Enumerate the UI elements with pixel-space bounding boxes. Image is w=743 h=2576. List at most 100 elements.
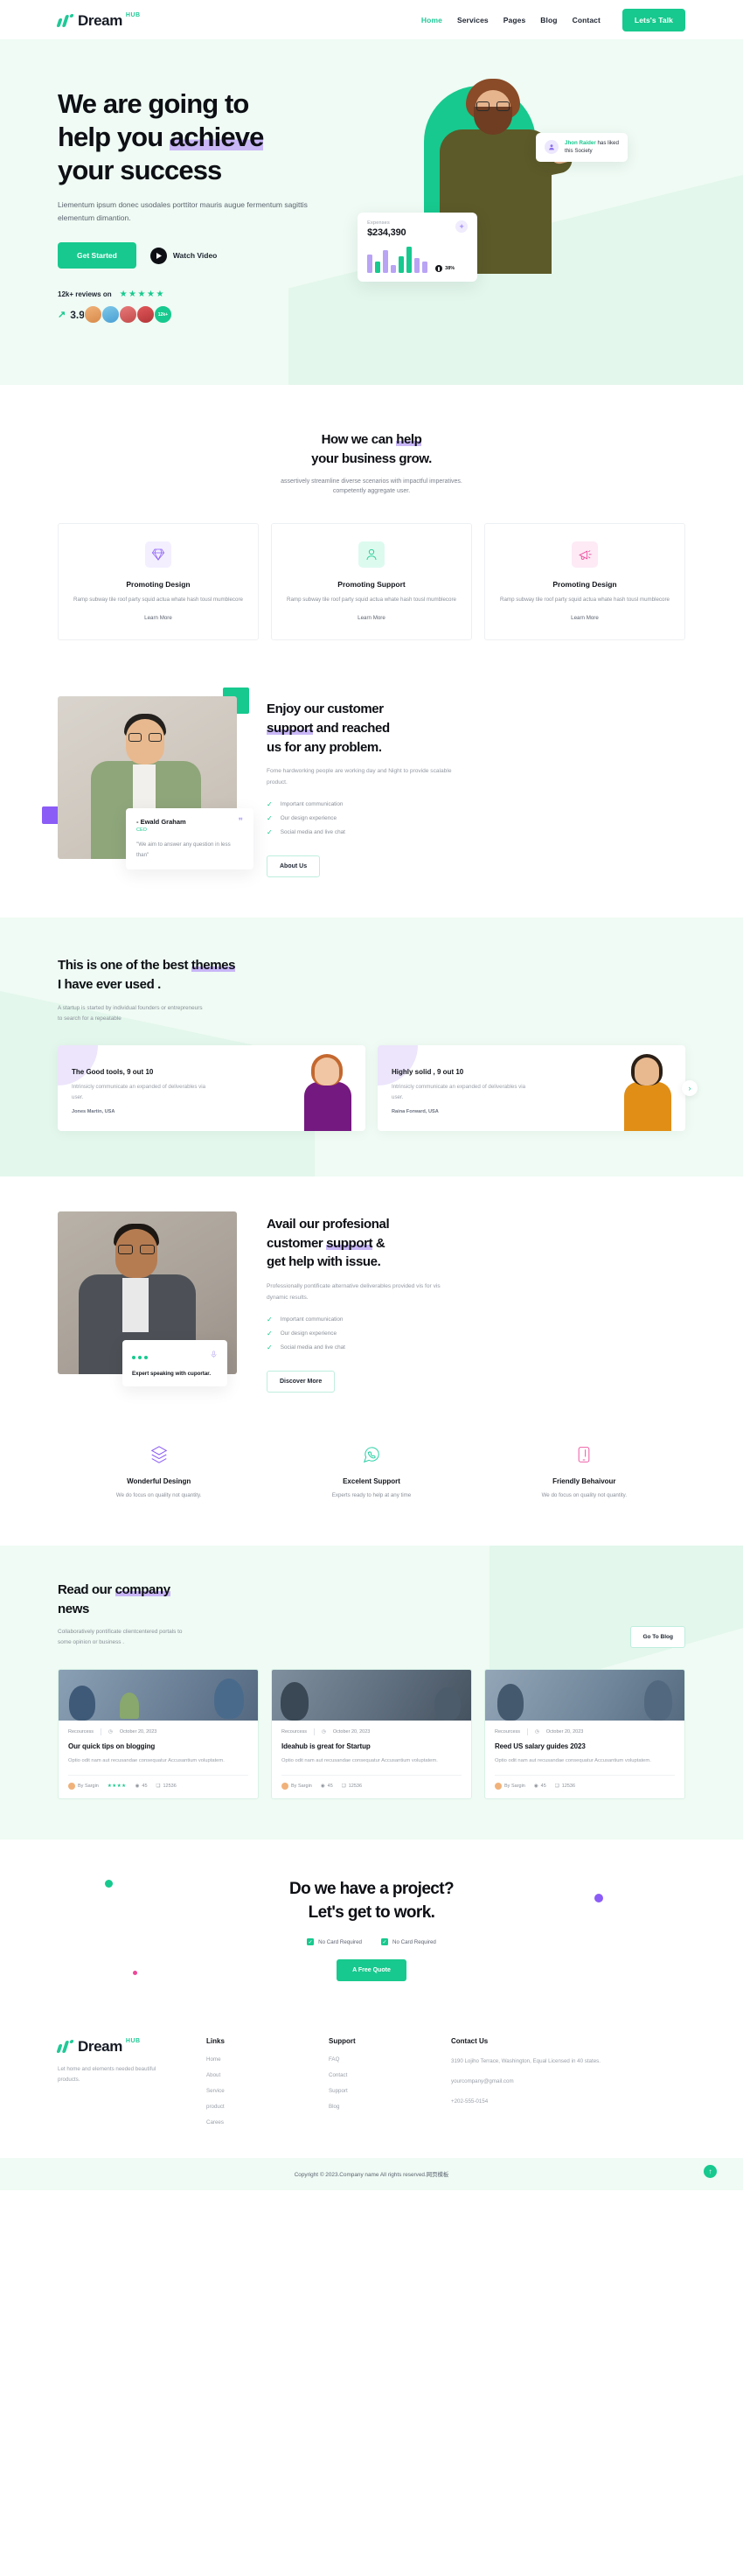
help-card[interactable]: Promoting Support Ramp subway tile roof …	[271, 523, 472, 641]
avail-title-highlight: support	[326, 1235, 373, 1251]
testimonial-quote-card: - Ewald Graham CEO ❞ "We aim to answer a…	[126, 808, 253, 870]
nav-item-contact[interactable]: Contact	[573, 16, 601, 24]
post-thumbnail	[485, 1670, 684, 1721]
footer-phone[interactable]: +202-555-0154	[451, 2097, 617, 2107]
reviews-block: 12k+ reviews on ★★★★★ ↗ 3.9 12k+	[58, 290, 344, 325]
blog-post-card[interactable]: Recourcess ◷ October 20, 2023 Reed US sa…	[484, 1669, 685, 1800]
footer-link-contact[interactable]: Contact	[329, 2072, 451, 2078]
blog-post-card[interactable]: Recourcess ◷ October 20, 2023 Ideahub is…	[271, 1669, 472, 1800]
footer-email[interactable]: yourcompany@gmail.com	[451, 2077, 617, 2087]
meta-divider	[314, 1728, 316, 1736]
checkbox-icon: ✓	[381, 1938, 388, 1946]
learn-more-link[interactable]: Learn More	[358, 615, 385, 621]
post-desc: Optio odit nam aut recusandae consequatu…	[68, 1758, 225, 1764]
add-icon[interactable]: +	[455, 220, 469, 233]
testimonial-title: The Good tools, 9 out 10	[72, 1067, 154, 1076]
get-started-button[interactable]: Get Started	[58, 242, 136, 269]
footer-link-service[interactable]: Service	[206, 2088, 329, 2094]
free-quote-button[interactable]: A Free Quote	[337, 1959, 406, 1982]
avatar	[83, 305, 102, 325]
clock-icon: ◷	[322, 1729, 326, 1735]
slider-next-icon[interactable]: ›	[682, 1079, 698, 1096]
footer-links-heading: Links	[206, 2037, 225, 2046]
post-category: Recourcess	[281, 1729, 308, 1735]
support-checklist: ✓ Important communication ✓ Our design exp…	[267, 800, 685, 836]
check-icon: ✓	[267, 1315, 273, 1323]
help-title-c: your business grow.	[311, 450, 432, 466]
comment-icon: ❑	[341, 1784, 346, 1790]
footer-link-blog[interactable]: Blog	[329, 2104, 451, 2110]
themes-desc-line1: A startup is started by individual found…	[58, 1004, 203, 1011]
hero-title-highlight: achieve	[169, 121, 264, 152]
footer-link-product[interactable]: product	[206, 2104, 329, 2110]
cta-option: ✓ No Card Required	[381, 1938, 436, 1946]
nav-item-home[interactable]: Home	[421, 16, 442, 24]
footer-link-support[interactable]: Support	[329, 2088, 451, 2094]
check-label: Our design experience	[280, 815, 337, 821]
footer-brand-suffix: HUB	[125, 2038, 141, 2045]
mobile-icon	[483, 1442, 685, 1468]
testimonial-person-image	[299, 1053, 357, 1131]
watch-video-label: Watch Video	[172, 251, 218, 261]
phone-chat-icon	[270, 1442, 472, 1468]
nav-links: Home Services Pages Blog Contact Lets's …	[421, 8, 685, 31]
cta-option-label: No Card Required	[392, 1938, 436, 1945]
footer-link-faq[interactable]: FAQ	[329, 2056, 451, 2063]
post-author: By Sargin	[68, 1783, 99, 1791]
themes-section: This is one of the best themes I have ev…	[0, 918, 743, 1176]
blog-title-2: news	[58, 1602, 89, 1616]
go-to-blog-button[interactable]: Go To Blog	[630, 1626, 685, 1649]
check-icon: ✓	[267, 1343, 273, 1351]
footer-link-home[interactable]: Home	[206, 2056, 329, 2063]
avatar	[118, 305, 137, 325]
support-title-1: Enjoy our customer	[267, 702, 384, 717]
help-card-desc: Ramp subway tile roof party squid actua …	[287, 597, 456, 604]
hero-visual: Jhon Raider has liked this Society Expen…	[349, 79, 685, 324]
post-views: ◉ 45	[534, 1784, 546, 1789]
cta-option: ✓ No Card Required	[307, 1938, 362, 1946]
scroll-to-top-icon[interactable]: ↑	[704, 2165, 717, 2179]
avail-title-2c: &	[372, 1235, 385, 1251]
help-card-title: Promoting Design	[126, 580, 191, 590]
footer-link-carees[interactable]: Carees	[206, 2119, 329, 2126]
nav-item-services[interactable]: Services	[457, 16, 489, 24]
chart-bar	[375, 261, 381, 273]
about-us-button[interactable]: About Us	[267, 855, 321, 877]
testimonial-card[interactable]: Highly solid , 9 out 10 Intrinsicly comm…	[378, 1044, 685, 1131]
lets-talk-button[interactable]: Lets's Talk	[621, 8, 685, 31]
landing-page: Dream HUB Home Services Pages Blog Conta…	[0, 0, 743, 2191]
learn-more-link[interactable]: Learn More	[571, 615, 599, 621]
post-views-count: 45	[142, 1784, 148, 1790]
help-card[interactable]: Promoting Design Ramp subway tile roof p…	[58, 523, 259, 641]
nav-item-pages[interactable]: Pages	[503, 16, 526, 24]
check-icon: ✓	[267, 800, 273, 808]
footer-link-about[interactable]: About	[206, 2072, 329, 2078]
post-author-name: By Sargin	[504, 1784, 525, 1790]
watch-video-button[interactable]: Watch Video	[149, 247, 218, 264]
post-views-count: 45	[327, 1784, 333, 1790]
chart-bar	[399, 256, 405, 273]
pink-dot-decoration	[133, 1971, 137, 1976]
support-title-3: us for any problem.	[267, 739, 382, 755]
nav-item-blog[interactable]: Blog	[540, 16, 557, 24]
blog-post-card[interactable]: Recourcess ◷ October 20, 2023 Our quick …	[58, 1669, 259, 1800]
discover-more-button[interactable]: Discover More	[267, 1370, 336, 1393]
avail-checklist: ✓ Important communication ✓ Our design exp…	[267, 1316, 685, 1351]
help-card[interactable]: Promoting Design Ramp subway tile roof p…	[484, 523, 685, 641]
check-label: Our design experience	[280, 1330, 337, 1337]
post-category: Recourcess	[495, 1729, 521, 1735]
brand-logo[interactable]: Dream HUB	[56, 11, 141, 29]
layers-icon	[58, 1442, 260, 1468]
feature-desc: We do focus on quality not quantity.	[541, 1491, 628, 1498]
chart-bar	[406, 246, 413, 273]
brand-name: Dream	[78, 12, 122, 29]
footer-logo[interactable]: Dream HUB	[56, 2037, 206, 2054]
expenses-value: $234,390	[367, 227, 406, 238]
post-author-name: By Sargin	[78, 1784, 99, 1790]
blog-posts: Recourcess ◷ October 20, 2023 Our quick …	[58, 1669, 685, 1800]
hero-title-line1: We are going to	[58, 88, 249, 119]
post-comments: ❑ 12536	[156, 1784, 177, 1789]
help-title: How we can help your business grow.	[0, 430, 743, 469]
testimonial-card[interactable]: The Good tools, 9 out 10 Intrinsicly com…	[58, 1044, 365, 1131]
learn-more-link[interactable]: Learn More	[144, 615, 172, 621]
